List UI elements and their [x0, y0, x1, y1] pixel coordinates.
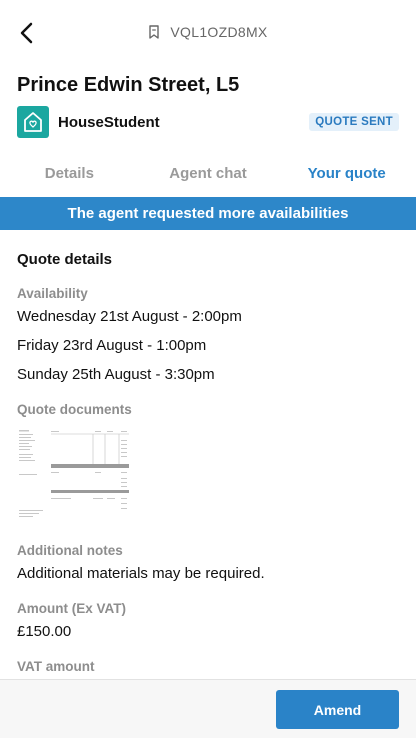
reference-text: VQL1OZD8MX	[170, 24, 268, 40]
vat-label: VAT amount	[17, 659, 95, 674]
section-title: Quote details	[17, 251, 113, 268]
reference-code: VQL1OZD8MX	[0, 24, 416, 40]
notes-value: Additional materials may be required.	[17, 565, 265, 582]
amount-label: Amount (Ex VAT)	[17, 601, 126, 616]
availability-label: Availability	[17, 286, 88, 301]
property-title: Prince Edwin Street, L5	[17, 74, 240, 96]
agent-logo	[17, 106, 49, 138]
agent-row: HouseStudent QUOTE SENT	[17, 106, 399, 138]
tab-agent-chat[interactable]: Agent chat	[139, 150, 278, 196]
house-heart-icon	[24, 112, 42, 132]
bookmark-icon	[148, 25, 162, 39]
agent-name: HouseStudent	[58, 113, 160, 131]
top-bar: VQL1OZD8MX	[0, 0, 416, 62]
footer-bar: Amend	[0, 679, 416, 738]
status-badge: QUOTE SENT	[309, 113, 399, 131]
info-banner: The agent requested more availabilities	[0, 197, 416, 230]
tab-details[interactable]: Details	[0, 150, 139, 196]
tab-your-quote[interactable]: Your quote	[277, 150, 416, 196]
availability-item: Sunday 25th August - 3:30pm	[17, 366, 215, 383]
documents-label: Quote documents	[17, 402, 132, 417]
availability-item: Wednesday 21st August - 2:00pm	[17, 308, 242, 325]
notes-label: Additional notes	[17, 543, 123, 558]
quote-document-thumbnail[interactable]	[17, 428, 135, 520]
document-preview-image	[17, 428, 135, 520]
amount-value: £150.00	[17, 623, 72, 640]
availability-item: Friday 23rd August - 1:00pm	[17, 337, 207, 354]
amend-button[interactable]: Amend	[276, 690, 399, 729]
tab-bar: Details Agent chat Your quote	[0, 150, 416, 196]
